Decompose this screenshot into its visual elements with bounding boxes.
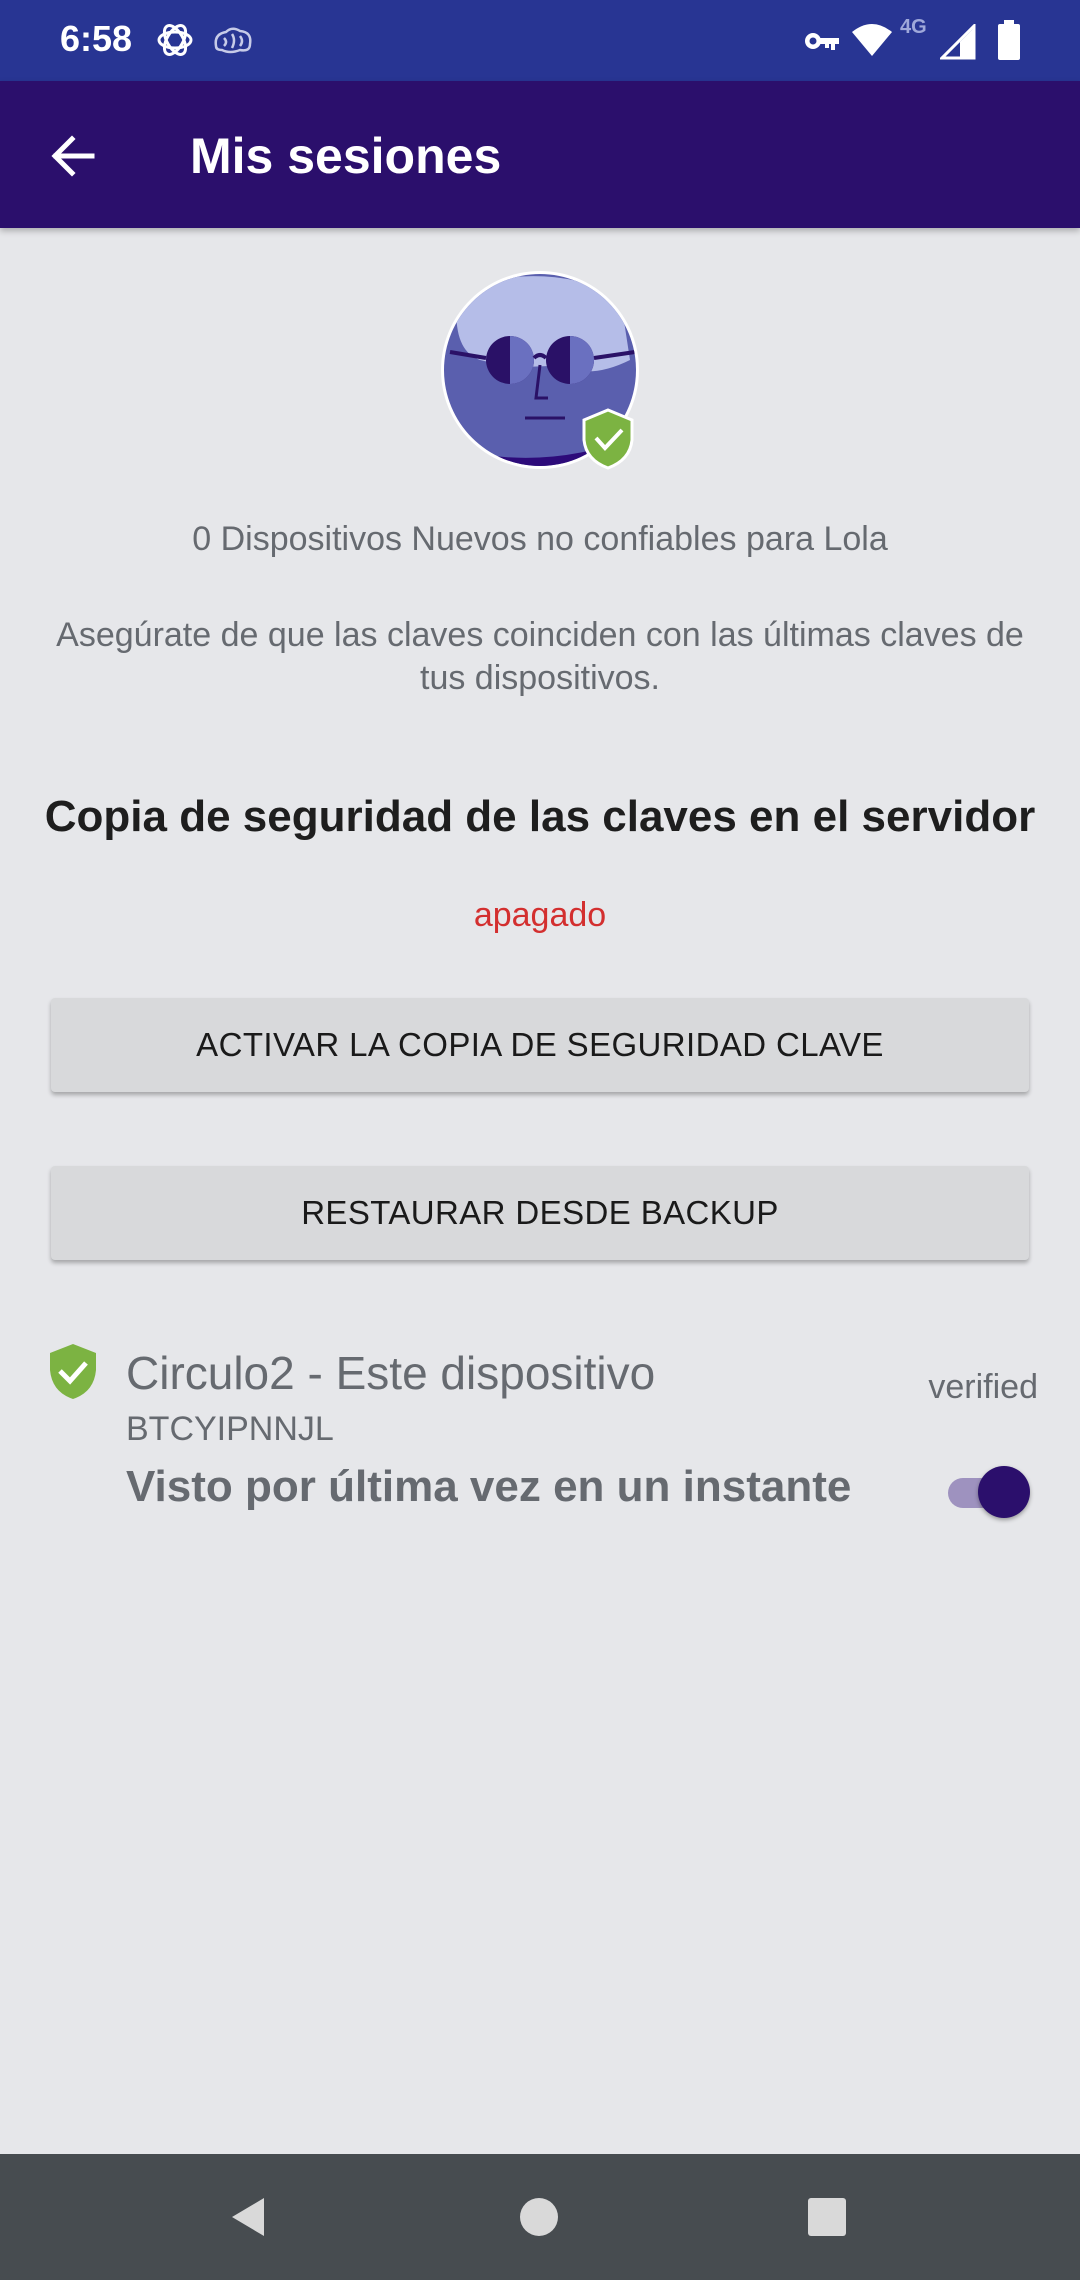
vpn-key-icon bbox=[805, 33, 839, 50]
network-type-label: 4G bbox=[900, 16, 927, 38]
arrow-back-icon bbox=[51, 135, 95, 177]
shield-check-icon bbox=[50, 1344, 96, 1399]
device-last-seen: Visto por última vez en un instante bbox=[126, 1462, 852, 1511]
backup-status: apagado bbox=[473, 896, 607, 934]
device-name: Circulo2 - Este dispositivo bbox=[126, 1347, 656, 1399]
device-id: BTCYIPNNJL bbox=[126, 1410, 334, 1448]
device-status: verified bbox=[928, 1368, 1038, 1406]
keys-hint-text: Asegúrate de que las claves coinciden co… bbox=[56, 616, 1024, 697]
avatar bbox=[440, 270, 640, 470]
wifi-icon bbox=[852, 24, 892, 56]
device-row[interactable]: Circulo2 - Este dispositivo BTCYIPNNJL V… bbox=[0, 1330, 1080, 1530]
nav-home-icon[interactable] bbox=[518, 2196, 560, 2238]
status-time: 6:58 bbox=[60, 18, 133, 59]
battery-icon bbox=[998, 20, 1020, 60]
brain-icon bbox=[214, 27, 252, 54]
navigation-bar bbox=[0, 2154, 1080, 2280]
restore-backup-button[interactable]: RESTAURAR DESDE BACKUP bbox=[51, 1166, 1029, 1260]
nav-back-icon[interactable] bbox=[226, 2194, 272, 2240]
back-button[interactable] bbox=[40, 123, 106, 189]
openai-icon bbox=[157, 24, 193, 56]
device-toggle[interactable] bbox=[944, 1462, 1030, 1522]
signal-icon bbox=[940, 24, 976, 60]
status-bar: 6:58 4G bbox=[0, 0, 1080, 81]
backup-heading: Copia de seguridad de las claves en el s… bbox=[44, 792, 1036, 841]
verified-shield-icon bbox=[582, 408, 634, 470]
toggle-thumb bbox=[978, 1466, 1030, 1518]
app-bar: Mis sesiones bbox=[0, 81, 1080, 228]
untrusted-devices-text: 0 Dispositivos Nuevos no confiables para… bbox=[192, 520, 888, 558]
nav-recents-icon[interactable] bbox=[806, 2196, 848, 2238]
page-title: Mis sesiones bbox=[190, 128, 502, 184]
activate-backup-button[interactable]: ACTIVAR LA COPIA DE SEGURIDAD CLAVE bbox=[51, 998, 1029, 1092]
